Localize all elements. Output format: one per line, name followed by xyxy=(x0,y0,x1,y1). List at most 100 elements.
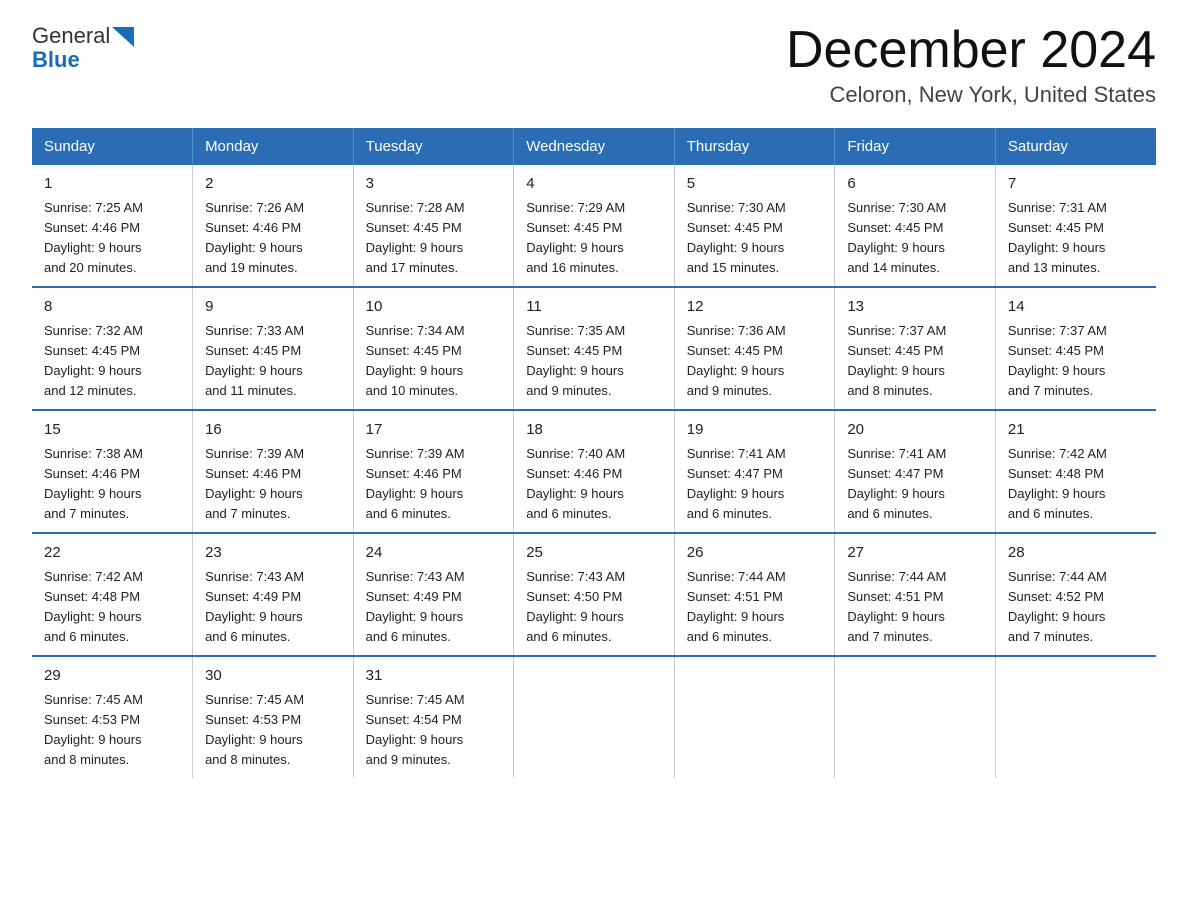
calendar-cell: 12Sunrise: 7:36 AMSunset: 4:45 PMDayligh… xyxy=(674,287,835,410)
day-number: 31 xyxy=(366,665,502,688)
day-info: Sunrise: 7:26 AMSunset: 4:46 PMDaylight:… xyxy=(205,198,341,279)
calendar-cell: 25Sunrise: 7:43 AMSunset: 4:50 PMDayligh… xyxy=(514,533,675,656)
day-number: 17 xyxy=(366,419,502,442)
day-info: Sunrise: 7:43 AMSunset: 4:50 PMDaylight:… xyxy=(526,567,662,648)
calendar-cell: 20Sunrise: 7:41 AMSunset: 4:47 PMDayligh… xyxy=(835,410,996,533)
day-info: Sunrise: 7:36 AMSunset: 4:45 PMDaylight:… xyxy=(687,321,823,402)
day-info: Sunrise: 7:42 AMSunset: 4:48 PMDaylight:… xyxy=(44,567,180,648)
calendar-cell: 17Sunrise: 7:39 AMSunset: 4:46 PMDayligh… xyxy=(353,410,514,533)
day-number: 24 xyxy=(366,542,502,565)
day-number: 13 xyxy=(847,296,983,319)
logo: General Blue xyxy=(32,24,134,72)
day-number: 19 xyxy=(687,419,823,442)
day-info: Sunrise: 7:42 AMSunset: 4:48 PMDaylight:… xyxy=(1008,444,1144,525)
day-number: 4 xyxy=(526,173,662,196)
calendar-cell: 30Sunrise: 7:45 AMSunset: 4:53 PMDayligh… xyxy=(193,656,354,778)
calendar-week-3: 15Sunrise: 7:38 AMSunset: 4:46 PMDayligh… xyxy=(32,410,1156,533)
day-number: 6 xyxy=(847,173,983,196)
calendar-cell: 10Sunrise: 7:34 AMSunset: 4:45 PMDayligh… xyxy=(353,287,514,410)
day-info: Sunrise: 7:31 AMSunset: 4:45 PMDaylight:… xyxy=(1008,198,1144,279)
calendar-week-5: 29Sunrise: 7:45 AMSunset: 4:53 PMDayligh… xyxy=(32,656,1156,778)
calendar-body: 1Sunrise: 7:25 AMSunset: 4:46 PMDaylight… xyxy=(32,165,1156,778)
logo-general: General xyxy=(32,24,110,48)
day-number: 14 xyxy=(1008,296,1144,319)
calendar-cell: 8Sunrise: 7:32 AMSunset: 4:45 PMDaylight… xyxy=(32,287,193,410)
day-info: Sunrise: 7:32 AMSunset: 4:45 PMDaylight:… xyxy=(44,321,180,402)
calendar-cell: 1Sunrise: 7:25 AMSunset: 4:46 PMDaylight… xyxy=(32,165,193,287)
day-info: Sunrise: 7:28 AMSunset: 4:45 PMDaylight:… xyxy=(366,198,502,279)
day-info: Sunrise: 7:45 AMSunset: 4:54 PMDaylight:… xyxy=(366,690,502,771)
calendar-cell: 14Sunrise: 7:37 AMSunset: 4:45 PMDayligh… xyxy=(995,287,1156,410)
calendar-cell: 23Sunrise: 7:43 AMSunset: 4:49 PMDayligh… xyxy=(193,533,354,656)
calendar-cell: 24Sunrise: 7:43 AMSunset: 4:49 PMDayligh… xyxy=(353,533,514,656)
day-number: 20 xyxy=(847,419,983,442)
day-info: Sunrise: 7:41 AMSunset: 4:47 PMDaylight:… xyxy=(847,444,983,525)
calendar-cell: 2Sunrise: 7:26 AMSunset: 4:46 PMDaylight… xyxy=(193,165,354,287)
calendar-cell: 9Sunrise: 7:33 AMSunset: 4:45 PMDaylight… xyxy=(193,287,354,410)
header-wednesday: Wednesday xyxy=(514,128,675,165)
day-number: 30 xyxy=(205,665,341,688)
calendar-cell: 6Sunrise: 7:30 AMSunset: 4:45 PMDaylight… xyxy=(835,165,996,287)
day-info: Sunrise: 7:37 AMSunset: 4:45 PMDaylight:… xyxy=(1008,321,1144,402)
day-info: Sunrise: 7:33 AMSunset: 4:45 PMDaylight:… xyxy=(205,321,341,402)
calendar-cell: 3Sunrise: 7:28 AMSunset: 4:45 PMDaylight… xyxy=(353,165,514,287)
day-info: Sunrise: 7:35 AMSunset: 4:45 PMDaylight:… xyxy=(526,321,662,402)
day-number: 12 xyxy=(687,296,823,319)
day-info: Sunrise: 7:25 AMSunset: 4:46 PMDaylight:… xyxy=(44,198,180,279)
day-number: 25 xyxy=(526,542,662,565)
header-tuesday: Tuesday xyxy=(353,128,514,165)
day-number: 7 xyxy=(1008,173,1144,196)
day-info: Sunrise: 7:30 AMSunset: 4:45 PMDaylight:… xyxy=(847,198,983,279)
header-saturday: Saturday xyxy=(995,128,1156,165)
calendar-cell: 19Sunrise: 7:41 AMSunset: 4:47 PMDayligh… xyxy=(674,410,835,533)
calendar-cell: 21Sunrise: 7:42 AMSunset: 4:48 PMDayligh… xyxy=(995,410,1156,533)
title-area: December 2024 Celoron, New York, United … xyxy=(786,24,1156,108)
day-info: Sunrise: 7:39 AMSunset: 4:46 PMDaylight:… xyxy=(205,444,341,525)
calendar-cell xyxy=(995,656,1156,778)
day-number: 29 xyxy=(44,665,180,688)
calendar-cell: 15Sunrise: 7:38 AMSunset: 4:46 PMDayligh… xyxy=(32,410,193,533)
day-info: Sunrise: 7:34 AMSunset: 4:45 PMDaylight:… xyxy=(366,321,502,402)
calendar-cell: 22Sunrise: 7:42 AMSunset: 4:48 PMDayligh… xyxy=(32,533,193,656)
day-info: Sunrise: 7:43 AMSunset: 4:49 PMDaylight:… xyxy=(366,567,502,648)
day-number: 1 xyxy=(44,173,180,196)
page-header: General Blue December 2024 Celoron, New … xyxy=(32,24,1156,108)
calendar-cell: 18Sunrise: 7:40 AMSunset: 4:46 PMDayligh… xyxy=(514,410,675,533)
header-row: Sunday Monday Tuesday Wednesday Thursday… xyxy=(32,128,1156,165)
calendar-cell: 26Sunrise: 7:44 AMSunset: 4:51 PMDayligh… xyxy=(674,533,835,656)
day-number: 16 xyxy=(205,419,341,442)
calendar-cell: 27Sunrise: 7:44 AMSunset: 4:51 PMDayligh… xyxy=(835,533,996,656)
day-info: Sunrise: 7:41 AMSunset: 4:47 PMDaylight:… xyxy=(687,444,823,525)
calendar-cell: 5Sunrise: 7:30 AMSunset: 4:45 PMDaylight… xyxy=(674,165,835,287)
month-year-title: December 2024 xyxy=(786,24,1156,76)
day-number: 21 xyxy=(1008,419,1144,442)
logo-blue: Blue xyxy=(32,48,80,72)
day-number: 18 xyxy=(526,419,662,442)
day-info: Sunrise: 7:45 AMSunset: 4:53 PMDaylight:… xyxy=(44,690,180,771)
day-info: Sunrise: 7:37 AMSunset: 4:45 PMDaylight:… xyxy=(847,321,983,402)
day-number: 26 xyxy=(687,542,823,565)
calendar-cell: 7Sunrise: 7:31 AMSunset: 4:45 PMDaylight… xyxy=(995,165,1156,287)
calendar-cell xyxy=(514,656,675,778)
calendar-cell xyxy=(674,656,835,778)
day-number: 28 xyxy=(1008,542,1144,565)
day-number: 9 xyxy=(205,296,341,319)
day-number: 3 xyxy=(366,173,502,196)
day-number: 23 xyxy=(205,542,341,565)
day-info: Sunrise: 7:29 AMSunset: 4:45 PMDaylight:… xyxy=(526,198,662,279)
calendar-cell: 11Sunrise: 7:35 AMSunset: 4:45 PMDayligh… xyxy=(514,287,675,410)
day-info: Sunrise: 7:44 AMSunset: 4:52 PMDaylight:… xyxy=(1008,567,1144,648)
calendar-week-4: 22Sunrise: 7:42 AMSunset: 4:48 PMDayligh… xyxy=(32,533,1156,656)
day-number: 15 xyxy=(44,419,180,442)
header-friday: Friday xyxy=(835,128,996,165)
calendar-cell: 4Sunrise: 7:29 AMSunset: 4:45 PMDaylight… xyxy=(514,165,675,287)
calendar-cell: 28Sunrise: 7:44 AMSunset: 4:52 PMDayligh… xyxy=(995,533,1156,656)
header-thursday: Thursday xyxy=(674,128,835,165)
calendar-cell: 31Sunrise: 7:45 AMSunset: 4:54 PMDayligh… xyxy=(353,656,514,778)
day-info: Sunrise: 7:44 AMSunset: 4:51 PMDaylight:… xyxy=(847,567,983,648)
day-number: 27 xyxy=(847,542,983,565)
day-info: Sunrise: 7:30 AMSunset: 4:45 PMDaylight:… xyxy=(687,198,823,279)
day-info: Sunrise: 7:43 AMSunset: 4:49 PMDaylight:… xyxy=(205,567,341,648)
calendar-cell: 29Sunrise: 7:45 AMSunset: 4:53 PMDayligh… xyxy=(32,656,193,778)
header-monday: Monday xyxy=(193,128,354,165)
